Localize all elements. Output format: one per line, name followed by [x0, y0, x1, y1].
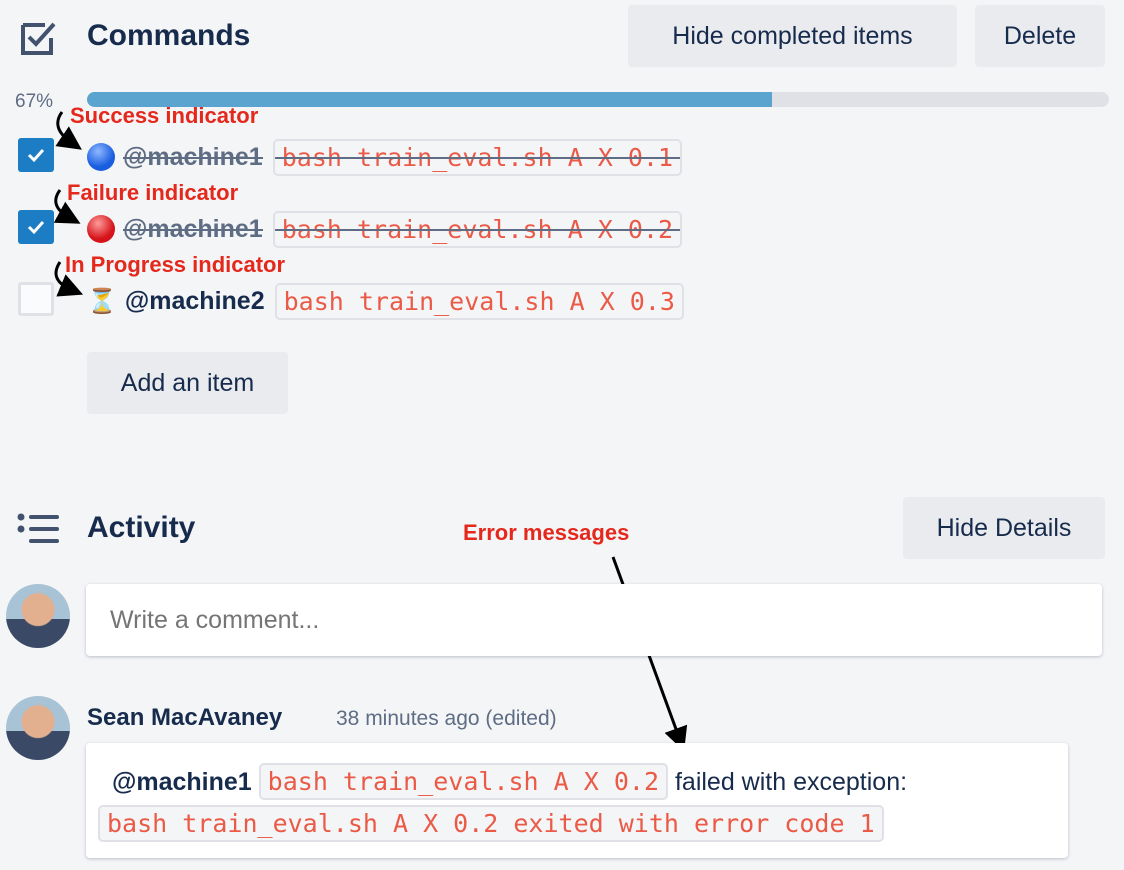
item-machine: @machine1 [123, 142, 263, 171]
avatar [6, 696, 70, 760]
item-machine: @machine2 [124, 286, 265, 315]
item-machine: @machine1 [123, 214, 263, 243]
checklist-item-2[interactable]: @machine1 bash train_eval.sh A X 0.2 [87, 209, 683, 249]
comment-command: bash train_eval.sh A X 0.2 [258, 763, 669, 800]
comment-card: @machine1 bash train_eval.sh A X 0.2 fai… [86, 743, 1068, 858]
comment-time[interactable]: 38 minutes ago (edited) [336, 707, 557, 731]
activity-icon [17, 513, 59, 543]
item-checkbox-1[interactable] [18, 138, 54, 172]
annotation-arrows [53, 111, 688, 752]
avatar [6, 584, 70, 648]
comment-input[interactable] [86, 584, 1102, 656]
checklist-item-3[interactable]: ⏳ @machine2 bash train_eval.sh A X 0.3 [87, 281, 684, 321]
hourglass-icon: ⏳ [87, 287, 117, 315]
item-command: bash train_eval.sh A X 0.3 [274, 282, 684, 320]
checklist-item-1[interactable]: @machine1 bash train_eval.sh A X 0.1 [87, 137, 683, 177]
item-command: bash train_eval.sh A X 0.2 [272, 210, 683, 248]
item-checkbox-3[interactable] [18, 282, 54, 316]
annotation-errors: Error messages [463, 520, 630, 545]
comment-error: bash train_eval.sh A X 0.2 exited with e… [98, 805, 884, 842]
comment-text: failed with exception: [674, 768, 908, 796]
item-checkbox-2[interactable] [18, 210, 54, 244]
comment-author[interactable]: Sean MacAvaney [87, 704, 282, 732]
failure-indicator-icon [87, 215, 115, 243]
item-command: bash train_eval.sh A X 0.1 [272, 138, 683, 176]
add-item-button[interactable]: Add an item [87, 352, 288, 414]
hide-details-button[interactable]: Hide Details [903, 497, 1105, 559]
activity-title: Activity [87, 511, 196, 544]
success-indicator-icon [87, 143, 115, 171]
comment-machine: @machine1 [112, 768, 252, 796]
